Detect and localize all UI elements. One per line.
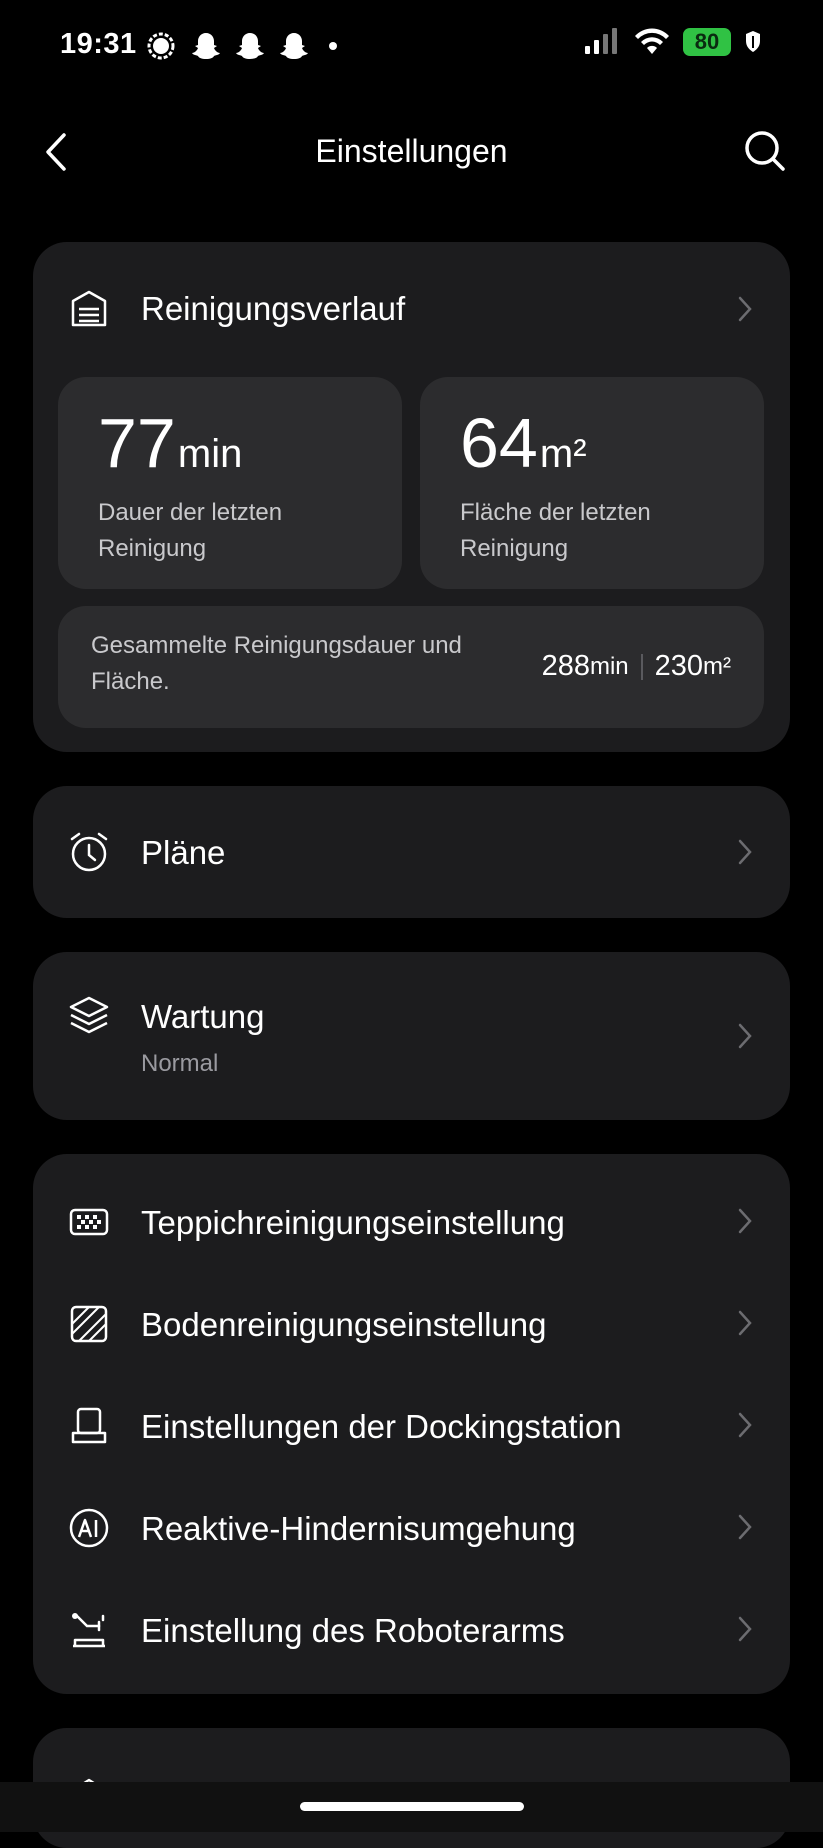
list-item-robot-arm[interactable]: Einstellung des Roboterarms xyxy=(33,1578,790,1680)
battery-level: 80 xyxy=(694,29,720,54)
top-app-bar: Einstellungen xyxy=(0,95,823,210)
robot-arm-icon xyxy=(72,1613,105,1648)
chevron-right-icon xyxy=(738,1616,752,1642)
list-item-floor[interactable]: Bodenreinigungseinstellung xyxy=(33,1272,790,1374)
chevron-right-icon xyxy=(738,1412,752,1438)
chevron-right-icon xyxy=(738,296,752,322)
signal-messenger-icon xyxy=(147,32,175,60)
snapchat-icon xyxy=(236,33,264,59)
ai-icon xyxy=(69,1508,109,1548)
layers-icon xyxy=(69,996,109,1034)
battery-icon: 80 xyxy=(683,28,731,56)
list-item-label: Reaktive-Hindernisumgehung xyxy=(141,1510,576,1547)
last-duration-tile: 77min Dauer der letzten Reinigung xyxy=(58,377,402,589)
chevron-right-icon xyxy=(738,839,752,865)
chevron-right-icon xyxy=(738,1514,752,1540)
list-item-label: Einstellung des Roboterarms xyxy=(141,1612,565,1649)
page-title: Einstellungen xyxy=(315,133,508,169)
last-area-value: 64 xyxy=(460,404,538,482)
wifi-icon xyxy=(635,28,669,54)
totals-label: Gesammelte Reinigungsdauer und Fläche. xyxy=(91,632,462,695)
status-time: 19:31 xyxy=(60,28,137,60)
alarm-clock-icon xyxy=(70,832,108,872)
totals-tile: Gesammelte Reinigungsdauer und Fläche. 2… xyxy=(58,606,764,728)
maintenance-title: Wartung xyxy=(141,998,265,1035)
total-area-value: 230 xyxy=(654,650,704,682)
plans-card[interactable]: Pläne xyxy=(33,786,790,918)
list-item-dock[interactable]: Einstellungen der Dockingstation xyxy=(33,1374,790,1476)
list-item-label: Teppichreinigungseinstellung xyxy=(141,1204,565,1241)
last-area-unit: m² xyxy=(539,432,587,476)
system-icons: 80 xyxy=(583,28,763,56)
last-area-tile: 64m² Fläche der letzten Reinigung xyxy=(420,377,764,589)
settings-list-card: Teppichreinigungseinstellung Bodenreinig… xyxy=(33,1154,790,1694)
floor-icon xyxy=(70,1305,108,1343)
total-duration-value: 288 xyxy=(541,650,590,682)
last-area-label: Fläche der letzten Reinigung xyxy=(460,499,651,562)
search-icon[interactable] xyxy=(741,127,789,175)
snapchat-icon xyxy=(280,33,308,59)
totals-divider xyxy=(640,653,643,680)
plans-title: Pläne xyxy=(141,834,226,871)
total-duration-unit: min xyxy=(589,652,629,680)
dot-icon xyxy=(329,42,337,50)
notification-icons xyxy=(145,30,343,62)
maintenance-status: Normal xyxy=(141,1050,219,1077)
last-duration-unit: min xyxy=(177,432,243,476)
snapchat-icon xyxy=(192,33,220,59)
history-icon xyxy=(71,290,107,327)
chevron-right-icon xyxy=(738,1208,752,1234)
list-item-obstacle-avoidance[interactable]: Reaktive-Hindernisumgehung xyxy=(33,1476,790,1578)
totals-values: 288 min 230 m² xyxy=(542,650,731,683)
shield-icon xyxy=(746,31,760,52)
list-item-label: Einstellungen der Dockingstation xyxy=(141,1408,622,1445)
cleaning-history-row[interactable]: Reinigungsverlauf xyxy=(33,242,790,372)
total-area-unit: m² xyxy=(703,652,731,680)
dock-icon xyxy=(71,1407,107,1444)
last-duration-value: 77 xyxy=(98,404,176,482)
list-item-carpet[interactable]: Teppichreinigungseinstellung xyxy=(33,1170,790,1272)
chevron-right-icon xyxy=(738,1023,752,1049)
chevron-right-icon xyxy=(738,1310,752,1336)
cleaning-history-title: Reinigungsverlauf xyxy=(141,290,406,327)
list-item-label: Bodenreinigungseinstellung xyxy=(141,1306,547,1343)
maintenance-card[interactable]: Wartung Normal xyxy=(33,952,790,1120)
home-indicator[interactable] xyxy=(300,1802,524,1811)
cellular-signal-icon xyxy=(585,28,617,54)
status-bar: 19:31 80 xyxy=(0,0,823,95)
last-duration-label: Dauer der letzten Reinigung xyxy=(98,499,283,562)
cleaning-history-card: Reinigungsverlauf 77min Dauer der letzte… xyxy=(33,242,790,752)
carpet-icon xyxy=(69,1208,109,1236)
